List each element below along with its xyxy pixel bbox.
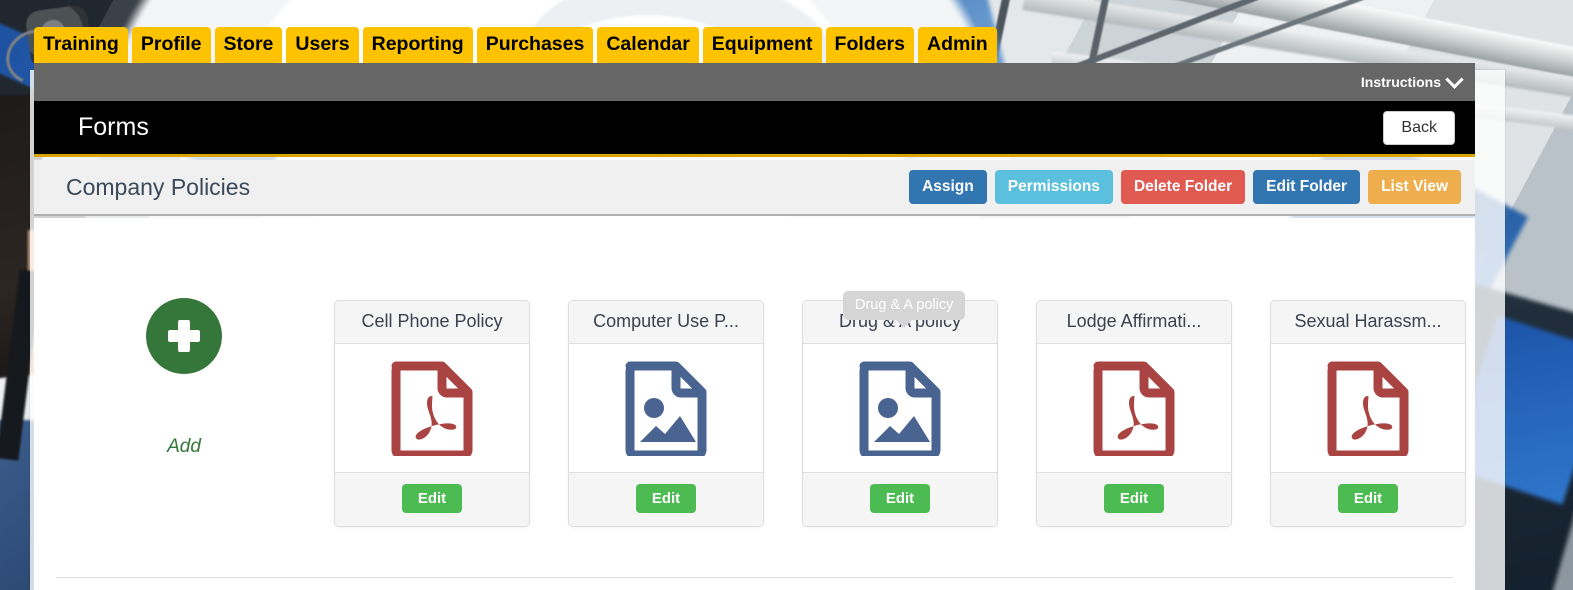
form-card-thumbnail[interactable] xyxy=(335,344,529,472)
form-card-footer: Edit xyxy=(569,472,763,526)
image-file-icon xyxy=(859,361,941,456)
form-card[interactable]: Computer Use P... Edit xyxy=(568,300,764,527)
nav-tab-admin[interactable]: Admin xyxy=(917,27,997,64)
assign-button[interactable]: Assign xyxy=(909,170,987,204)
add-form-tile[interactable]: Add xyxy=(34,218,334,458)
list-view-button[interactable]: List View xyxy=(1368,170,1461,204)
add-tile-label: Add xyxy=(167,436,201,457)
edit-button[interactable]: Edit xyxy=(1337,484,1399,513)
form-card[interactable]: Cell Phone Policy Edit xyxy=(334,300,530,527)
edit-button[interactable]: Edit xyxy=(1103,484,1165,513)
delete-folder-button[interactable]: Delete Folder xyxy=(1120,170,1246,204)
form-card-footer: Edit xyxy=(1037,472,1231,526)
main-navigation: Training Profile Store Users Reporting P… xyxy=(34,27,997,64)
page-title: Forms xyxy=(78,113,149,141)
folder-actions-toolbar: Assign Permissions Delete Folder Edit Fo… xyxy=(909,170,1461,204)
card-tooltip: Drug & A policy xyxy=(843,291,966,328)
form-card-thumbnail[interactable] xyxy=(1271,344,1465,472)
form-card[interactable]: Drug & A policy Edit xyxy=(802,300,998,527)
instructions-label: Instructions xyxy=(1360,74,1441,90)
permissions-button[interactable]: Permissions xyxy=(994,170,1113,204)
forms-grid: Add Cell Phone Policy Edit Computer Use … xyxy=(34,218,1475,527)
form-card-thumbnail[interactable] xyxy=(569,344,763,472)
nav-tab-users[interactable]: Users xyxy=(286,27,359,64)
form-card-title: Sexual Harassm... xyxy=(1271,301,1465,344)
plus-circle-icon[interactable] xyxy=(146,298,222,374)
edit-button[interactable]: Edit xyxy=(869,484,931,513)
nav-tab-profile[interactable]: Profile xyxy=(131,27,211,64)
form-card-title: Cell Phone Policy xyxy=(335,301,529,344)
edit-button[interactable]: Edit xyxy=(635,484,697,513)
form-card-footer: Edit xyxy=(803,472,997,526)
form-card-thumbnail[interactable] xyxy=(803,344,997,472)
content-divider xyxy=(56,577,1453,578)
instructions-bar: Instructions xyxy=(34,63,1475,101)
forms-content-area: Add Cell Phone Policy Edit Computer Use … xyxy=(34,218,1475,590)
edit-button[interactable]: Edit xyxy=(401,484,463,513)
pdf-file-icon xyxy=(391,361,473,456)
form-card-footer: Edit xyxy=(1271,472,1465,526)
nav-tab-purchases[interactable]: Purchases xyxy=(476,27,594,64)
form-card-title: Lodge Affirmati... xyxy=(1037,301,1231,344)
form-card-footer: Edit xyxy=(335,472,529,526)
chevron-down-icon xyxy=(1445,69,1464,89)
nav-tab-folders[interactable]: Folders xyxy=(825,27,914,64)
image-file-icon xyxy=(625,361,707,456)
nav-tab-store[interactable]: Store xyxy=(214,27,283,64)
back-button[interactable]: Back xyxy=(1383,110,1455,145)
nav-tab-reporting[interactable]: Reporting xyxy=(362,27,473,64)
pdf-file-icon xyxy=(1327,361,1409,456)
form-card-thumbnail[interactable] xyxy=(1037,344,1231,472)
form-card[interactable]: Lodge Affirmati... Edit xyxy=(1036,300,1232,527)
edit-folder-button[interactable]: Edit Folder xyxy=(1253,170,1361,204)
nav-tab-calendar[interactable]: Calendar xyxy=(597,27,699,64)
pdf-file-icon xyxy=(1093,361,1175,456)
forms-header: Forms Back xyxy=(34,101,1475,157)
form-card-title: Computer Use P... xyxy=(569,301,763,344)
folder-name-label: Company Policies xyxy=(66,173,251,200)
folder-sub-header: Company Policies Assign Permissions Dele… xyxy=(34,160,1475,216)
instructions-dropdown[interactable]: Instructions xyxy=(1360,69,1464,90)
form-card[interactable]: Sexual Harassm... Edit xyxy=(1270,300,1466,527)
nav-tab-training[interactable]: Training xyxy=(34,27,128,64)
nav-tab-equipment[interactable]: Equipment xyxy=(702,27,822,64)
